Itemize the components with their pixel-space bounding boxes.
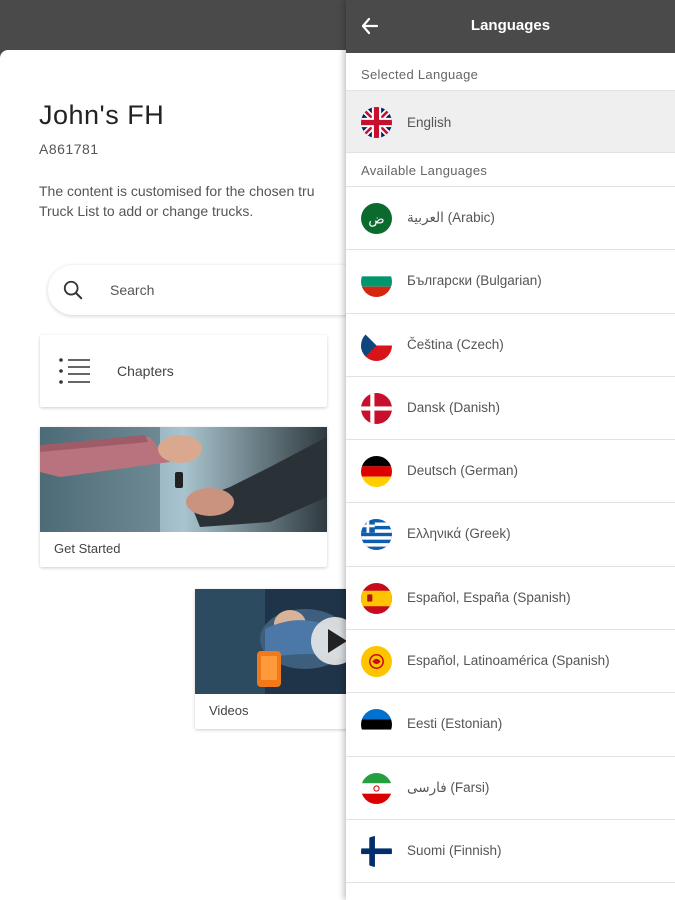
czech-flag-icon: [361, 329, 392, 361]
language-row-farsi[interactable]: فارسی (Farsi): [346, 756, 675, 820]
get-started-label: Get Started: [54, 541, 121, 556]
language-row-finnish[interactable]: Suomi (Finnish): [346, 819, 675, 884]
language-row-bulgarian[interactable]: Български (Bulgarian): [346, 250, 675, 314]
language-label: Español, España (Spanish): [407, 589, 571, 605]
videos-card[interactable]: Videos: [195, 589, 355, 729]
estonia-flag-icon: [361, 709, 392, 741]
truck-description: The content is customised for the chosen…: [39, 181, 359, 221]
iran-flag-icon: [361, 772, 392, 804]
get-started-card[interactable]: Get Started: [40, 427, 327, 567]
language-label: Eesti (Estonian): [407, 716, 503, 732]
language-row-danish[interactable]: Dansk (Danish): [346, 376, 675, 441]
language-label: Dansk (Danish): [407, 399, 501, 415]
videos-thumbnail: [195, 589, 355, 694]
get-started-thumbnail: [40, 427, 327, 532]
latam-flag-icon: [361, 646, 392, 678]
videos-label: Videos: [209, 703, 249, 718]
bulgaria-flag-icon: [361, 266, 392, 298]
greece-flag-icon: [361, 519, 392, 551]
language-row-estonian[interactable]: Eesti (Estonian): [346, 693, 675, 757]
truck-name: John's FH: [39, 100, 165, 130]
language-row-arabic[interactable]: ض العربية (Arabic): [346, 187, 675, 251]
list-icon: [59, 358, 90, 384]
language-row-spanish-spain[interactable]: Español, España (Spanish): [346, 566, 675, 631]
languages-body: Selected Language English Available Lang…: [346, 53, 675, 900]
chapters-card[interactable]: Chapters: [40, 335, 327, 407]
germany-flag-icon: [361, 456, 392, 488]
languages-header: Languages: [346, 0, 675, 53]
language-label: فارسی (Farsi): [407, 779, 490, 795]
spain-flag-icon: [361, 582, 392, 614]
description-line-2: Truck List to add or change trucks.: [39, 203, 254, 219]
language-row-greek[interactable]: Ελληνικά (Greek): [346, 503, 675, 567]
language-row-german[interactable]: Deutsch (German): [346, 440, 675, 504]
uk-flag-icon: [361, 107, 392, 138]
svg-text:ض: ض: [368, 213, 384, 228]
search-input[interactable]: [110, 279, 330, 301]
description-line-1: The content is customised for the chosen…: [39, 183, 315, 199]
finland-flag-icon: [361, 835, 392, 867]
language-label: Čeština (Czech): [407, 336, 504, 352]
chapters-label: Chapters: [117, 363, 174, 379]
search-bar[interactable]: [48, 265, 368, 315]
language-label: Suomi (Finnish): [407, 842, 502, 858]
selected-language-heading: Selected Language: [361, 67, 479, 82]
available-languages-list: ض العربية (Arabic) Български (Bulgarian)…: [346, 186, 675, 884]
language-label: Български (Bulgarian): [407, 273, 542, 289]
panel-title: Languages: [470, 17, 551, 34]
language-label: Español, Latinoamérica (Spanish): [407, 653, 610, 669]
truck-id: A861781: [39, 141, 99, 157]
language-label: العربية (Arabic): [407, 210, 495, 225]
selected-language-row[interactable]: English: [346, 90, 675, 153]
available-languages-heading: Available Languages: [361, 163, 488, 178]
language-label: Deutsch (German): [407, 463, 519, 479]
language-row-czech[interactable]: Čeština (Czech): [346, 313, 675, 377]
languages-panel: Languages Selected Language English Avai…: [346, 0, 675, 900]
denmark-flag-icon: [361, 392, 392, 424]
language-label: Ελληνικά (Greek): [407, 526, 511, 542]
language-row-spanish-latam[interactable]: Español, Latinoamérica (Spanish): [346, 630, 675, 694]
search-icon: [63, 280, 83, 300]
selected-language-label: English: [407, 115, 452, 130]
arabic-flag-icon: ض: [361, 203, 392, 234]
